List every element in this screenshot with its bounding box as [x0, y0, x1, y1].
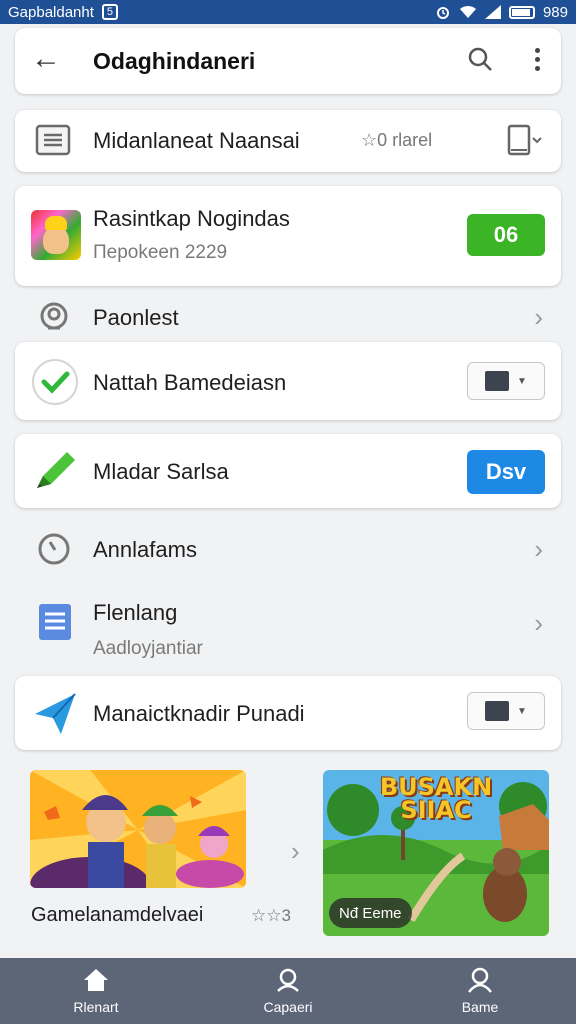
- list-item-row4[interactable]: Nattah Bamedeiasn ▼: [15, 342, 561, 420]
- clock-icon: [38, 533, 70, 565]
- list-item-row2[interactable]: Rasintkap Nogindas Пepokeen 2229 06: [15, 186, 561, 286]
- search-circle-icon: [40, 302, 68, 330]
- row2-action-button[interactable]: 06: [467, 214, 545, 256]
- game-logo: BUSAKN SIIAC: [379, 773, 493, 824]
- pen-icon: [37, 452, 75, 488]
- plane-icon: [35, 693, 76, 734]
- row1-rating: ☆0 rlarel: [361, 130, 433, 150]
- game-thumbnail-2[interactable]: BUSAKN SIIAC Nđ Eeme: [323, 770, 549, 936]
- bottom-nav: Rlenart Capaeri Bame: [0, 958, 576, 1024]
- chevron-down-icon: ▼: [517, 375, 527, 387]
- tablet-dropdown-icon[interactable]: [507, 124, 543, 156]
- alarm-icon: [436, 7, 449, 19]
- document-icon: [39, 604, 71, 640]
- chevron-down-icon: ▼: [517, 705, 527, 717]
- check-circle-icon: [32, 359, 78, 405]
- game-rating: ☆☆3: [251, 906, 291, 925]
- row7-subtitle: Aadloyjantiar: [93, 638, 203, 659]
- location-icon: [277, 968, 299, 992]
- game-thumbnail-1[interactable]: [30, 770, 246, 888]
- chevron-right-icon[interactable]: ›: [291, 838, 300, 864]
- row7-title: Flenlang: [93, 600, 178, 625]
- more-options-icon[interactable]: [535, 48, 541, 75]
- chevron-right-icon: ›: [534, 302, 543, 332]
- app-bar: ← Odaghindaneri: [15, 28, 561, 94]
- chevron-right-icon: ›: [534, 608, 543, 638]
- row4-title: Nattah Bamedeiasn: [93, 370, 287, 395]
- profile-icon: [468, 967, 492, 993]
- list-item-row6[interactable]: Annlafams ›: [15, 524, 561, 572]
- row2-title: Rasintkap Nogindas: [93, 206, 290, 231]
- home-icon: [84, 969, 108, 991]
- signal-icon: [484, 5, 501, 19]
- sim-icon: 5: [101, 4, 118, 20]
- row5-action-button[interactable]: Dsv: [467, 450, 545, 494]
- list-doc-icon: [35, 124, 71, 156]
- row8-title: Manaictknadir Punadi: [93, 701, 305, 726]
- nav-profile[interactable]: Bame: [384, 958, 576, 1024]
- back-arrow-icon[interactable]: ←: [31, 44, 61, 74]
- list-item-row3[interactable]: Paonlest ›: [15, 292, 561, 340]
- battery-icon: [508, 5, 535, 19]
- clock: 989: [542, 3, 568, 21]
- wifi-icon: [459, 5, 476, 18]
- nav-profile-label: Bame: [461, 999, 499, 1015]
- game-app-icon: [31, 210, 81, 260]
- list-item-row8[interactable]: Manaictknadir Punadi ▼: [15, 676, 561, 750]
- row8-dropdown[interactable]: ▼: [467, 692, 545, 730]
- nav-explore-label: Capaeri: [263, 999, 313, 1015]
- row2-subtitle: Пepokeen 2229: [93, 242, 228, 263]
- row6-title: Annlafams: [93, 537, 197, 562]
- status-bar: Gapbaldanht 5 989: [0, 0, 576, 24]
- nav-home-label: Rlenart: [73, 999, 119, 1015]
- row4-dropdown[interactable]: ▼: [467, 362, 545, 400]
- list-item-row7[interactable]: Flenlang Aadloyjantiar ›: [15, 590, 561, 670]
- game-badge[interactable]: Nđ Eeme: [329, 898, 412, 928]
- chevron-right-icon: ›: [534, 534, 543, 564]
- game-card[interactable]: › BUSAKN SIIAC Nđ Eeme Gamelanamdelvaei …: [15, 770, 561, 954]
- row1-title: Midanlaneat Naansai: [93, 128, 300, 153]
- list-item-row5[interactable]: Mladar Sarlsa Dsv: [15, 434, 561, 508]
- nav-explore[interactable]: Capaeri: [192, 958, 384, 1024]
- search-icon[interactable]: [467, 46, 493, 72]
- carrier-name: Gapbaldanht: [8, 3, 94, 21]
- list-item-row1[interactable]: Midanlaneat Naansai ☆0 rlarel: [15, 110, 561, 172]
- row5-title: Mladar Sarlsa: [93, 459, 229, 484]
- row3-title: Paonlest: [93, 305, 179, 330]
- page-title: Odaghindaneri: [93, 48, 256, 74]
- nav-home[interactable]: Rlenart: [0, 958, 192, 1024]
- game-caption: Gamelanamdelvaei: [31, 904, 204, 926]
